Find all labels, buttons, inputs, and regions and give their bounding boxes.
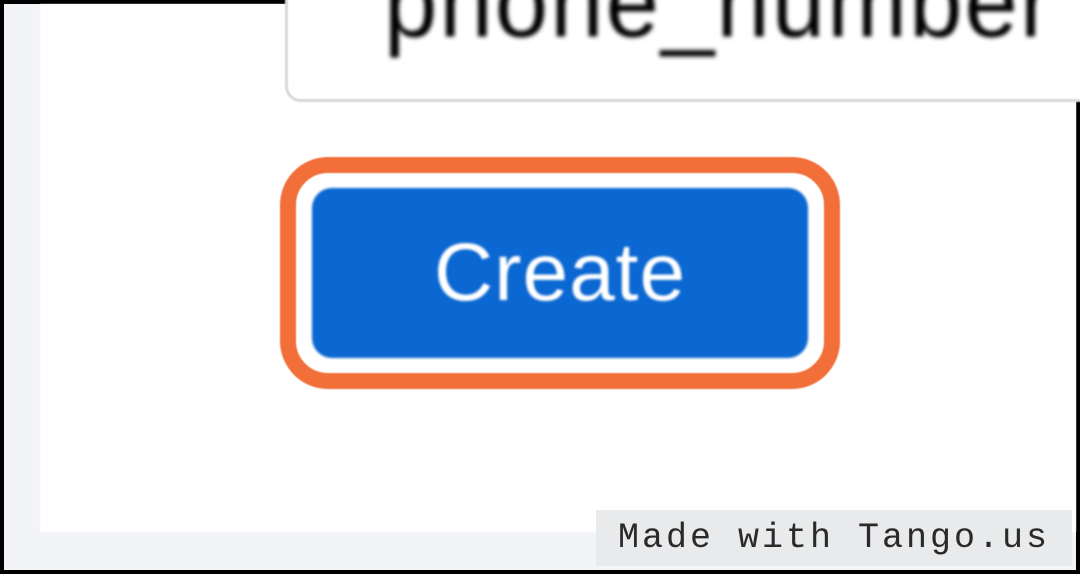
- text-input-value[interactable]: phone_number: [384, 0, 1054, 53]
- watermark-badge: Made with Tango.us: [596, 510, 1072, 566]
- sidebar-strip: [4, 4, 40, 570]
- create-button-label: Create: [434, 226, 686, 320]
- highlight-ring: Create: [280, 157, 840, 389]
- text-input-container: phone_number: [285, 0, 1080, 102]
- create-button[interactable]: Create: [312, 188, 808, 358]
- screenshot-frame: phone_number Create Made with Tango.us: [0, 0, 1080, 574]
- main-panel: phone_number Create: [40, 4, 1076, 532]
